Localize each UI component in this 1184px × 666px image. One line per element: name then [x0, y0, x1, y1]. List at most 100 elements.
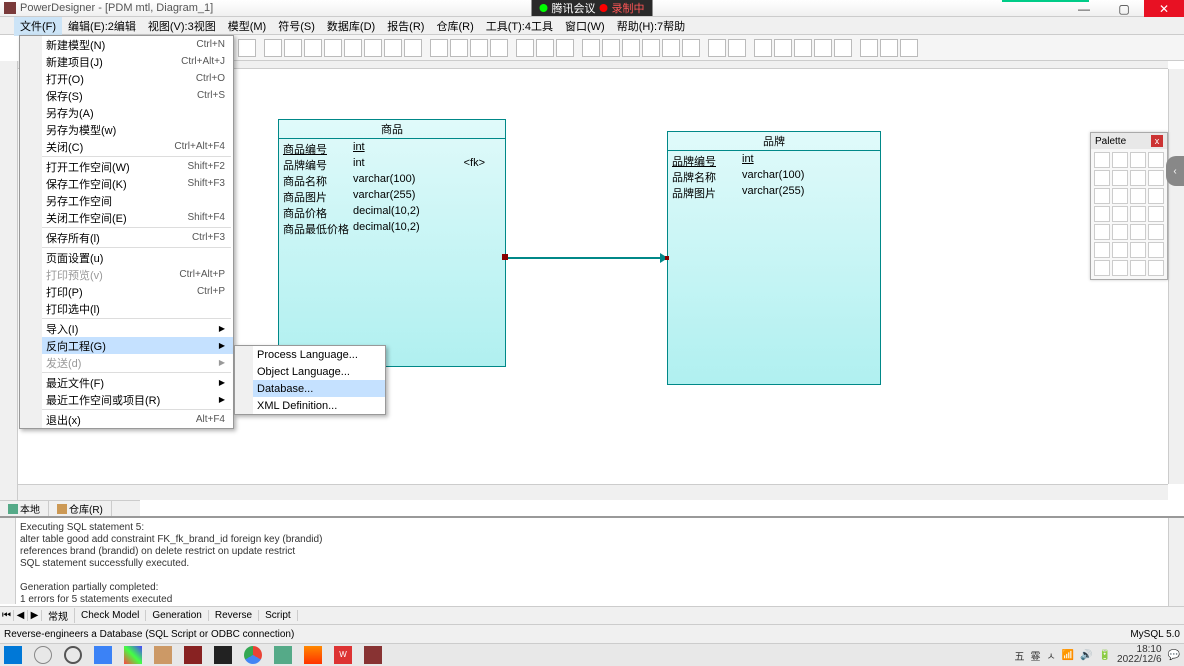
toolbar-button[interactable] — [490, 39, 508, 57]
output-tab[interactable]: Reverse — [209, 610, 259, 621]
menu-item[interactable]: 打印选中(l) — [20, 300, 233, 317]
toolbar-button[interactable] — [860, 39, 878, 57]
tab-repository[interactable]: 仓库(R) — [49, 501, 112, 516]
menu-item[interactable]: 保存所有(l)Ctrl+F3 — [20, 229, 233, 246]
toolbar-button[interactable] — [582, 39, 600, 57]
relationship-arrow[interactable] — [506, 257, 667, 259]
toolbar-button[interactable] — [708, 39, 726, 57]
palette-tool[interactable] — [1112, 242, 1128, 258]
toolbar-button[interactable] — [364, 39, 382, 57]
palette-panel[interactable]: Palette x — [1090, 132, 1168, 280]
toolbar-button[interactable] — [622, 39, 640, 57]
toolbar-button[interactable] — [602, 39, 620, 57]
palette-tool[interactable] — [1148, 224, 1164, 240]
battery-icon[interactable]: 🔋 — [1099, 650, 1111, 661]
palette-tool[interactable] — [1112, 152, 1128, 168]
toolbar-button[interactable] — [304, 39, 322, 57]
app-icon-4[interactable] — [184, 646, 202, 664]
menu-item[interactable]: 模型(M) — [222, 16, 273, 36]
menu-item[interactable]: 视图(V):3视图 — [142, 16, 222, 36]
palette-tool[interactable] — [1130, 206, 1146, 222]
sound-icon[interactable]: 🔊 — [1080, 650, 1092, 661]
menu-item[interactable]: 文件(F) — [14, 16, 62, 36]
tray-icon[interactable]: 霯 — [1030, 648, 1040, 663]
output-tab[interactable]: Check Model — [75, 610, 146, 621]
menu-item[interactable]: 保存工作空间(K)Shift+F3 — [20, 175, 233, 192]
palette-tool[interactable] — [1130, 242, 1146, 258]
output-scrollbar[interactable] — [1168, 518, 1184, 606]
menu-item[interactable]: 另存工作空间 — [20, 192, 233, 209]
palette-tool[interactable] — [1148, 260, 1164, 276]
palette-tool[interactable] — [1130, 152, 1146, 168]
tray-icon[interactable]: 五 — [1014, 648, 1024, 663]
palette-tool[interactable] — [1112, 260, 1128, 276]
output-tab[interactable]: Script — [259, 610, 298, 621]
clock[interactable]: 18:10 2022/12/6 — [1117, 645, 1162, 665]
submenu-item[interactable]: Process Language... — [235, 346, 385, 363]
nav-first[interactable]: ⏮ — [0, 610, 14, 621]
palette-tool[interactable] — [1148, 188, 1164, 204]
menu-item[interactable]: 打印预览(v)Ctrl+Alt+P — [20, 266, 233, 283]
menu-item[interactable]: 打开(O)Ctrl+O — [20, 70, 233, 87]
palette-tool[interactable] — [1094, 224, 1110, 240]
app-icon-2[interactable] — [124, 646, 142, 664]
palette-header[interactable]: Palette x — [1091, 133, 1167, 149]
nav-prev[interactable]: ◀ — [14, 610, 28, 621]
toolbar-button[interactable] — [264, 39, 282, 57]
toolbar-button[interactable] — [284, 39, 302, 57]
menu-item[interactable]: 关闭工作空间(E)Shift+F4 — [20, 209, 233, 226]
menu-item[interactable]: 报告(R) — [381, 16, 430, 36]
tab-local[interactable]: 本地 — [0, 501, 49, 516]
menu-item[interactable]: 另存为(A) — [20, 104, 233, 121]
menu-item[interactable]: 最近文件(F)▶ — [20, 374, 233, 391]
toolbar-button[interactable] — [404, 39, 422, 57]
palette-close-icon[interactable]: x — [1151, 135, 1163, 147]
menu-item[interactable]: 编辑(E):2编辑 — [62, 16, 142, 36]
entity-brand[interactable]: 品牌 品牌编号int品牌名称varchar(100)品牌图片varchar(25… — [667, 131, 881, 385]
menu-item[interactable]: 工具(T):4工具 — [480, 16, 559, 36]
search-icon[interactable] — [34, 646, 52, 664]
terminal-icon[interactable] — [214, 646, 232, 664]
menu-item[interactable]: 导入(I)▶ — [20, 320, 233, 337]
toolbar-button[interactable] — [682, 39, 700, 57]
wifi-icon[interactable]: 📶 — [1062, 650, 1074, 661]
toolbar-button[interactable] — [238, 39, 256, 57]
chrome-icon[interactable] — [244, 646, 262, 664]
app-icon-7[interactable] — [364, 646, 382, 664]
palette-tool[interactable] — [1130, 170, 1146, 186]
menu-item[interactable]: 仓库(R) — [430, 16, 479, 36]
start-button[interactable] — [4, 646, 22, 664]
scrollbar-horizontal[interactable] — [18, 484, 1168, 500]
palette-tool[interactable] — [1148, 242, 1164, 258]
toolbar-button[interactable] — [728, 39, 746, 57]
nav-next[interactable]: ▶ — [28, 610, 42, 621]
menu-item[interactable]: 另存为模型(w) — [20, 121, 233, 138]
palette-tool[interactable] — [1112, 206, 1128, 222]
menu-item[interactable]: 符号(S) — [272, 16, 321, 36]
toolbar-button[interactable] — [430, 39, 448, 57]
palette-tool[interactable] — [1094, 170, 1110, 186]
toolbar-button[interactable] — [536, 39, 554, 57]
palette-tool[interactable] — [1130, 188, 1146, 204]
app-icon-3[interactable] — [154, 646, 172, 664]
palette-tool[interactable] — [1112, 224, 1128, 240]
palette-tool[interactable] — [1130, 260, 1146, 276]
notification-icon[interactable]: 💬 — [1168, 650, 1180, 661]
toolbar-button[interactable] — [774, 39, 792, 57]
toolbar-button[interactable] — [516, 39, 534, 57]
menu-item[interactable]: 窗口(W) — [559, 16, 611, 36]
submenu-item[interactable]: Object Language... — [235, 363, 385, 380]
output-tab[interactable]: Generation — [146, 610, 208, 621]
toolbar-button[interactable] — [814, 39, 832, 57]
palette-tool[interactable] — [1148, 170, 1164, 186]
toolbar-button[interactable] — [344, 39, 362, 57]
tray-icon[interactable]: ㅅ — [1046, 648, 1055, 663]
palette-tool[interactable] — [1094, 188, 1110, 204]
menu-item[interactable]: 打开工作空间(W)Shift+F2 — [20, 158, 233, 175]
toolbar-button[interactable] — [900, 39, 918, 57]
palette-tool[interactable] — [1094, 242, 1110, 258]
palette-tool[interactable] — [1130, 224, 1146, 240]
palette-tool[interactable] — [1112, 170, 1128, 186]
toolbar-button[interactable] — [556, 39, 574, 57]
menu-item[interactable]: 新建项目(J)Ctrl+Alt+J — [20, 53, 233, 70]
